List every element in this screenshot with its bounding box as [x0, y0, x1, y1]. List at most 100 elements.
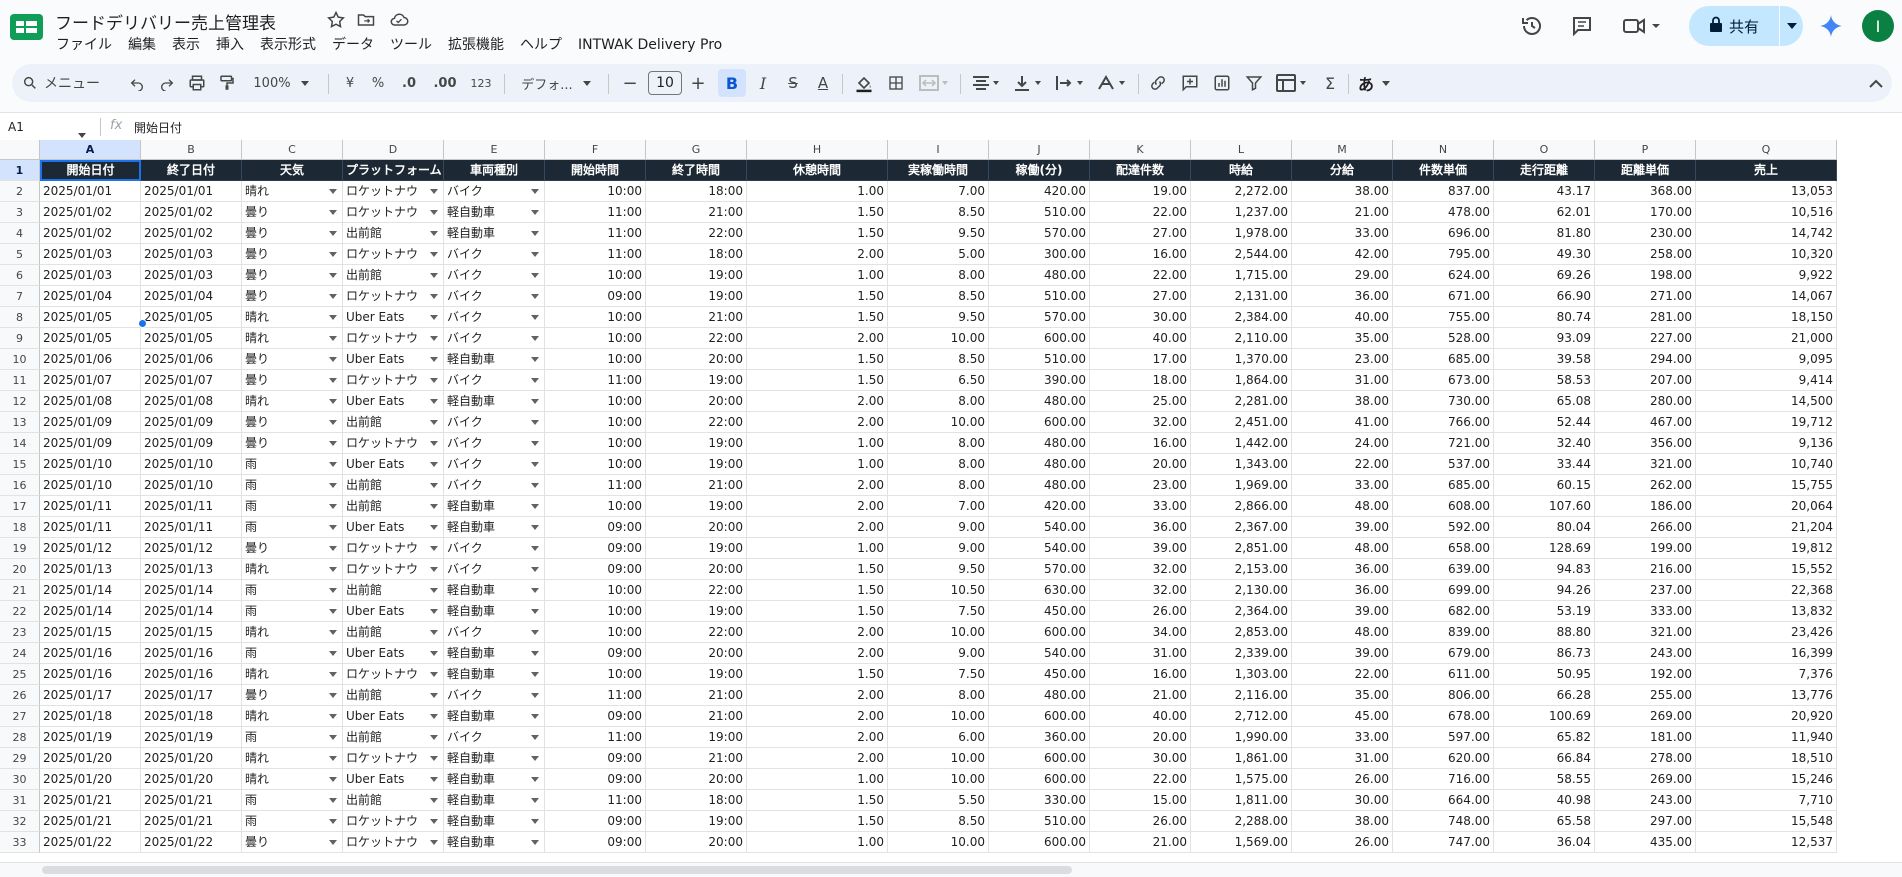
cell-m[interactable]: 22.00 [1292, 664, 1393, 685]
dropdown-chevron-down-icon[interactable] [531, 399, 539, 404]
star-icon[interactable] [326, 10, 346, 30]
cloud-saved-icon[interactable] [388, 10, 409, 30]
cell-l[interactable]: 2,281.00 [1191, 391, 1292, 412]
borders-icon[interactable] [882, 64, 910, 102]
cell-e[interactable]: バイク [444, 433, 545, 454]
cell-c[interactable]: 雨 [242, 496, 343, 517]
cell-m[interactable]: 48.00 [1292, 538, 1393, 559]
cell-d[interactable]: 出前館 [343, 685, 444, 706]
cell-l[interactable]: 1,861.00 [1191, 748, 1292, 769]
cell-c[interactable]: 晴れ [242, 622, 343, 643]
comments-icon[interactable] [1570, 14, 1594, 38]
cell-i[interactable]: 8.50 [888, 202, 989, 223]
cell-c[interactable]: 晴れ [242, 328, 343, 349]
dropdown-chevron-down-icon[interactable] [430, 525, 438, 530]
cell-k[interactable]: 15.00 [1090, 790, 1191, 811]
cell-h[interactable]: 1.00 [747, 181, 888, 202]
menu-format[interactable]: 表示形式 [252, 34, 324, 56]
dropdown-chevron-down-icon[interactable] [329, 399, 337, 404]
undo-icon[interactable] [124, 64, 150, 102]
dropdown-chevron-down-icon[interactable] [531, 504, 539, 509]
cell-b[interactable]: 2025/01/03 [141, 244, 242, 265]
cell-k[interactable]: 26.00 [1090, 811, 1191, 832]
cell-c[interactable]: 晴れ [242, 181, 343, 202]
cell-g[interactable]: 19:00 [646, 664, 747, 685]
dropdown-chevron-down-icon[interactable] [430, 819, 438, 824]
dropdown-chevron-down-icon[interactable] [531, 336, 539, 341]
cell-k[interactable]: 23.00 [1090, 475, 1191, 496]
cell-l[interactable]: 2,866.00 [1191, 496, 1292, 517]
cell-m[interactable]: 36.00 [1292, 559, 1393, 580]
cell-a[interactable]: 2025/01/10 [40, 454, 141, 475]
cell-a[interactable]: 2025/01/10 [40, 475, 141, 496]
cell-o[interactable]: 58.53 [1494, 370, 1595, 391]
cell-d[interactable]: Uber Eats [343, 517, 444, 538]
cell-p[interactable]: 207.00 [1595, 370, 1696, 391]
header-cell-i[interactable]: 実稼働時間 [888, 160, 989, 181]
row-number[interactable]: 16 [0, 475, 40, 496]
cell-e[interactable]: 軽自動車 [444, 580, 545, 601]
row-number[interactable]: 2 [0, 181, 40, 202]
row-number[interactable]: 31 [0, 790, 40, 811]
cell-n[interactable]: 624.00 [1393, 265, 1494, 286]
selection-fill-handle[interactable] [138, 319, 147, 328]
cell-m[interactable]: 36.00 [1292, 580, 1393, 601]
cell-m[interactable]: 38.00 [1292, 181, 1393, 202]
cell-o[interactable]: 66.28 [1494, 685, 1595, 706]
cell-g[interactable]: 21:00 [646, 307, 747, 328]
cell-a[interactable]: 2025/01/07 [40, 370, 141, 391]
cell-g[interactable]: 22:00 [646, 622, 747, 643]
dropdown-chevron-down-icon[interactable] [430, 756, 438, 761]
dropdown-chevron-down-icon[interactable] [430, 504, 438, 509]
dropdown-chevron-down-icon[interactable] [430, 399, 438, 404]
bold-button[interactable]: B [718, 69, 746, 97]
dropdown-chevron-down-icon[interactable] [329, 441, 337, 446]
header-cell-q[interactable]: 売上 [1696, 160, 1837, 181]
user-avatar[interactable]: I [1862, 10, 1894, 42]
dropdown-chevron-down-icon[interactable] [329, 210, 337, 215]
cell-d[interactable]: ロケットナウ [343, 328, 444, 349]
cell-o[interactable]: 80.04 [1494, 517, 1595, 538]
cell-c[interactable]: 晴れ [242, 706, 343, 727]
dropdown-chevron-down-icon[interactable] [531, 210, 539, 215]
cell-b[interactable]: 2025/01/03 [141, 265, 242, 286]
header-cell-j[interactable]: 稼働(分) [989, 160, 1090, 181]
cell-b[interactable]: 2025/01/07 [141, 370, 242, 391]
cell-h[interactable]: 1.50 [747, 601, 888, 622]
cell-o[interactable]: 32.40 [1494, 433, 1595, 454]
cell-c[interactable]: 雨 [242, 475, 343, 496]
dropdown-chevron-down-icon[interactable] [531, 819, 539, 824]
row-number[interactable]: 19 [0, 538, 40, 559]
cell-a[interactable]: 2025/01/18 [40, 706, 141, 727]
dropdown-chevron-down-icon[interactable] [430, 378, 438, 383]
cell-j[interactable]: 510.00 [989, 811, 1090, 832]
dropdown-chevron-down-icon[interactable] [531, 483, 539, 488]
row-number[interactable]: 5 [0, 244, 40, 265]
row-number[interactable]: 3 [0, 202, 40, 223]
dropdown-chevron-down-icon[interactable] [531, 588, 539, 593]
cell-h[interactable]: 1.00 [747, 538, 888, 559]
cell-f[interactable]: 10:00 [545, 496, 646, 517]
dropdown-chevron-down-icon[interactable] [329, 336, 337, 341]
cell-l[interactable]: 2,367.00 [1191, 517, 1292, 538]
cell-f[interactable]: 11:00 [545, 790, 646, 811]
cell-d[interactable]: ロケットナウ [343, 832, 444, 853]
cell-b[interactable]: 2025/01/10 [141, 475, 242, 496]
dropdown-chevron-down-icon[interactable] [329, 630, 337, 635]
cell-p[interactable]: 271.00 [1595, 286, 1696, 307]
dropdown-chevron-down-icon[interactable] [531, 273, 539, 278]
cell-a[interactable]: 2025/01/14 [40, 601, 141, 622]
dropdown-chevron-down-icon[interactable] [531, 756, 539, 761]
cell-m[interactable]: 33.00 [1292, 223, 1393, 244]
cell-m[interactable]: 33.00 [1292, 727, 1393, 748]
cell-g[interactable]: 20:00 [646, 391, 747, 412]
dropdown-chevron-down-icon[interactable] [329, 525, 337, 530]
cell-m[interactable]: 48.00 [1292, 622, 1393, 643]
cell-j[interactable]: 480.00 [989, 433, 1090, 454]
format-currency-button[interactable]: ¥ [338, 64, 362, 102]
cell-p[interactable]: 243.00 [1595, 790, 1696, 811]
cell-e[interactable]: バイク [444, 328, 545, 349]
cell-n[interactable]: 592.00 [1393, 517, 1494, 538]
cell-e[interactable]: バイク [444, 622, 545, 643]
dropdown-chevron-down-icon[interactable] [430, 231, 438, 236]
